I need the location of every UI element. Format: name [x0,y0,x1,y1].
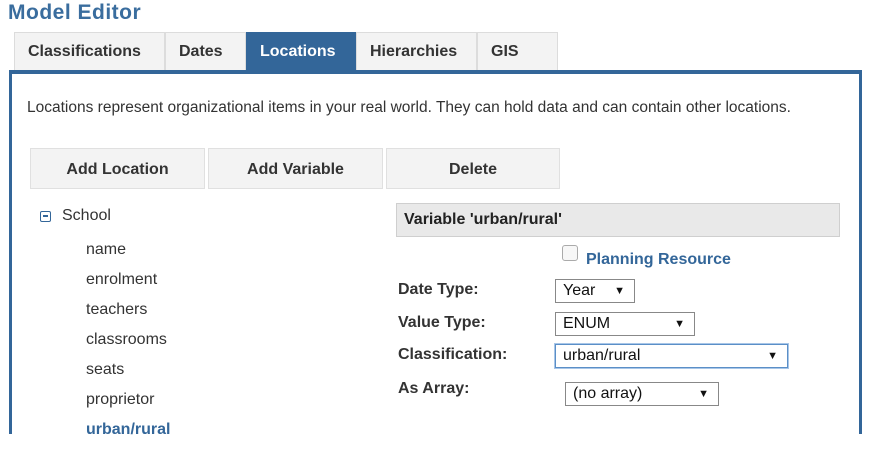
tab-gis[interactable]: GIS [477,32,558,70]
variable-header: Variable 'urban/rural' [396,203,840,237]
panel-description: Locations represent organizational items… [27,99,791,116]
dropdown-arrow-icon: ▼ [674,318,685,330]
page-title: Model Editor [8,1,142,24]
tree-item-name[interactable]: name [86,240,170,270]
as-array-value: (no array) [573,385,643,402]
tab-dates[interactable]: Dates [165,32,246,70]
toolbar: Add Location Add Variable Delete [30,148,560,189]
value-type-label: Value Type: [398,314,486,331]
dropdown-arrow-icon: ▼ [614,285,625,297]
as-array-label: As Array: [398,380,470,397]
planning-resource-checkbox[interactable] [562,245,578,261]
dropdown-arrow-icon: ▼ [767,350,778,362]
date-type-value: Year [563,282,596,299]
planning-resource-label[interactable]: Planning Resource [586,251,731,269]
classification-label: Classification: [398,346,508,363]
dropdown-arrow-icon: ▼ [698,388,709,400]
tab-bar: Classifications Dates Locations Hierarch… [14,32,558,71]
collapse-minus-icon[interactable] [40,210,51,222]
tree-node-school[interactable]: School [40,207,111,225]
tree-item-classrooms[interactable]: classrooms [86,330,170,360]
classification-value: urban/rural [563,347,641,364]
tree-item-urban-rural[interactable]: urban/rural [86,420,170,450]
location-tree: name enrolment teachers classrooms seats… [86,240,170,450]
tab-classifications[interactable]: Classifications [14,32,165,70]
tree-item-seats[interactable]: seats [86,360,170,390]
classification-select[interactable]: urban/rural ▼ [555,344,788,368]
value-type-select[interactable]: ENUM ▼ [555,312,695,336]
add-location-button[interactable]: Add Location [30,148,205,189]
tree-node-label: School [62,207,111,224]
date-type-select[interactable]: Year ▼ [555,279,635,303]
add-variable-button[interactable]: Add Variable [208,148,383,189]
tree-item-teachers[interactable]: teachers [86,300,170,330]
tab-locations[interactable]: Locations [246,32,356,70]
tree-item-proprietor[interactable]: proprietor [86,390,170,420]
date-type-label: Date Type: [398,281,479,298]
value-type-value: ENUM [563,315,611,332]
tree-item-enrolment[interactable]: enrolment [86,270,170,300]
as-array-select[interactable]: (no array) ▼ [565,382,719,406]
delete-button[interactable]: Delete [386,148,560,189]
tab-hierarchies[interactable]: Hierarchies [356,32,477,70]
